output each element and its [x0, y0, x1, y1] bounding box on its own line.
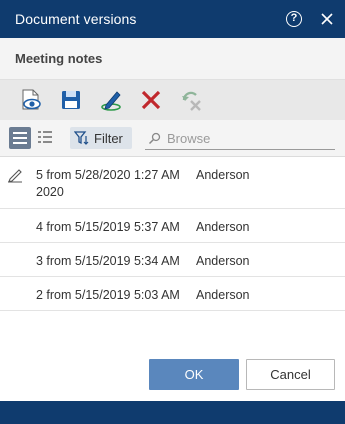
restore-disabled-icon[interactable]: [179, 88, 203, 112]
document-header: Meeting notes: [0, 38, 345, 80]
view-document-icon[interactable]: [18, 88, 42, 112]
detail-view-icon[interactable]: [37, 129, 53, 147]
version-row[interactable]: 4 from 5/15/2019 5:37 AM Anderson: [0, 209, 345, 243]
version-user: Anderson: [196, 254, 250, 268]
version-label: 5 from 5/28/2020 1:27 AM: [36, 168, 180, 182]
version-user: Anderson: [196, 288, 250, 302]
version-label: 3 from 5/15/2019 5:34 AM: [36, 254, 180, 268]
list-view-toggle[interactable]: [9, 127, 31, 149]
help-icon[interactable]: ?: [286, 11, 302, 27]
version-row[interactable]: 3 from 5/15/2019 5:34 AM Anderson: [0, 243, 345, 277]
version-label: 2 from 5/15/2019 5:03 AM: [36, 288, 180, 302]
version-row[interactable]: 5 from 5/28/2020 1:27 AM 2020 Anderson: [0, 157, 345, 209]
ok-button[interactable]: OK: [149, 359, 239, 390]
dialog-bottom-bar: [0, 401, 345, 424]
dialog-title: Document versions: [15, 11, 137, 27]
version-user: Anderson: [196, 220, 250, 234]
filter-button[interactable]: Filter: [70, 127, 132, 149]
filter-bar: Filter: [0, 120, 345, 157]
toolbar: [0, 80, 345, 120]
version-label-wrap: 2020: [36, 185, 64, 199]
version-row[interactable]: 2 from 5/15/2019 5:03 AM Anderson: [0, 277, 345, 311]
search-input[interactable]: [167, 131, 327, 146]
filter-label: Filter: [94, 130, 123, 146]
version-label: 4 from 5/15/2019 5:37 AM: [36, 220, 180, 234]
cancel-button[interactable]: Cancel: [246, 359, 335, 390]
filter-icon: [74, 131, 89, 145]
current-version-pen-icon: [8, 169, 22, 183]
search-field[interactable]: [145, 128, 335, 150]
version-user: Anderson: [196, 168, 250, 182]
edit-version-icon[interactable]: [99, 88, 123, 112]
save-icon[interactable]: [59, 88, 83, 112]
version-list: 5 from 5/28/2020 1:27 AM 2020 Anderson 4…: [0, 157, 345, 311]
close-icon[interactable]: [319, 11, 335, 27]
document-name: Meeting notes: [15, 51, 103, 66]
dialog-titlebar: Document versions ?: [0, 0, 345, 38]
search-icon: [148, 132, 161, 145]
delete-icon[interactable]: [139, 88, 163, 112]
